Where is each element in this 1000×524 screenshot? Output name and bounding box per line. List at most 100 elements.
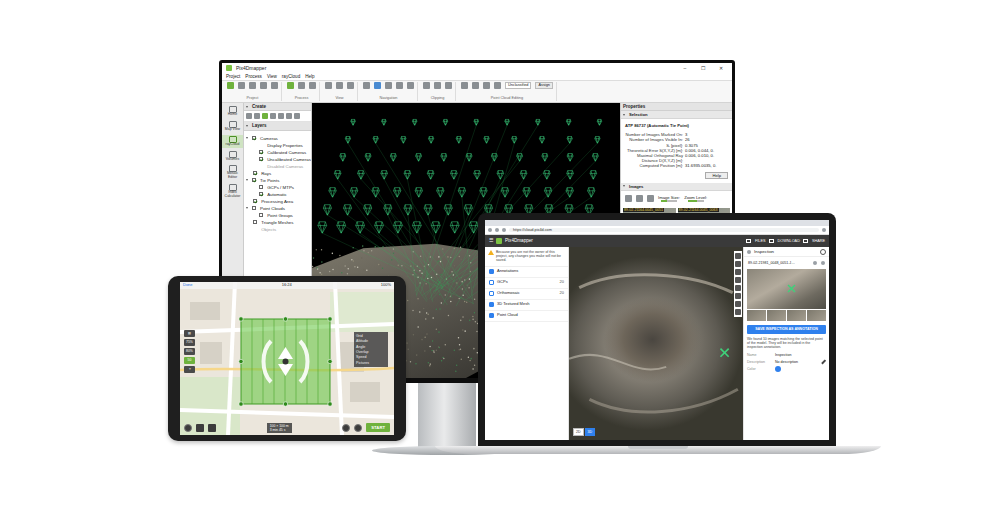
view-tool-icon[interactable] [735,269,741,275]
layer-row[interactable]: Uncalibrated Cameras [244,156,311,163]
layer-checkbox[interactable] [259,185,263,189]
map-tool-button[interactable]: 80% [184,348,195,355]
header-action[interactable]: SHARE [803,239,825,244]
layer-row[interactable]: Annotations [485,267,568,278]
layer-row[interactable]: Triangle Meshes [244,219,311,226]
tool-icon[interactable] [434,82,441,89]
layer-checkbox[interactable] [252,206,256,210]
view-tool-icon[interactable] [735,285,741,291]
layer-checkbox[interactable] [252,136,256,140]
menu-item[interactable]: Project [226,74,240,80]
window-control[interactable]: ✕ [714,65,728,71]
view-tool-icon[interactable] [735,293,741,299]
layer-checkbox[interactable] [489,313,494,318]
create-tool-icon[interactable] [294,113,300,119]
expand-icon[interactable] [246,179,248,181]
create-tool-icon[interactable] [270,113,276,119]
tool-icon[interactable] [445,82,452,89]
image-tool-icon[interactable] [636,195,643,202]
color-swatch[interactable] [775,366,781,372]
tool-icon[interactable] [363,82,370,89]
layer-checkbox[interactable] [489,291,494,296]
collapse-icon[interactable] [246,106,248,108]
header-action[interactable]: FILES [746,239,766,244]
collapse-icon[interactable] [623,114,625,116]
model-view[interactable]: 2D3D [569,247,743,440]
back-icon[interactable] [488,228,492,232]
slider-track[interactable] [688,200,704,202]
tool-icon[interactable] [347,82,354,89]
layer-checkbox[interactable] [489,269,494,274]
nav-item[interactable]: Home [222,105,243,118]
tool-icon[interactable] [260,82,267,89]
setting-item[interactable]: Speed [356,355,386,359]
tool-icon[interactable] [287,82,294,89]
setting-item[interactable]: Grid [356,334,386,338]
tool-icon[interactable] [325,82,332,89]
nav-item[interactable]: Mosaic Editor [222,164,243,181]
expand-icon[interactable] [246,207,248,209]
tool-icon[interactable] [298,82,305,89]
view-toggle-option[interactable]: 3D [585,428,596,436]
layer-row[interactable]: Display Properties [244,142,311,149]
layer-checkbox[interactable] [489,302,494,307]
tool-icon[interactable] [227,82,234,89]
view-tool-icon[interactable] [735,277,741,283]
tool-icon[interactable] [238,82,245,89]
photo-thumbnail[interactable] [787,310,806,321]
expand-icon[interactable] [246,137,248,139]
nav-item[interactable]: Index Calculator [222,183,243,200]
layer-checkbox[interactable] [253,199,257,203]
expand-icon[interactable] [821,261,825,265]
view-toggle-option[interactable]: 2D [573,428,584,436]
layer-row[interactable]: Point Cloud [485,311,568,322]
tool-icon[interactable] [407,82,414,89]
map-tool-button[interactable]: 50 [184,357,195,364]
browser-menu-icon[interactable] [822,228,826,232]
done-button[interactable]: Done [183,283,193,288]
download-icon[interactable] [813,261,817,265]
menu-button[interactable]: ☰ [489,238,493,244]
view-tool-icon[interactable] [735,301,741,307]
tool-icon[interactable] [249,82,256,89]
menu-item[interactable]: View [267,74,277,80]
fullscreen-icon[interactable] [196,424,204,432]
photo-thumbnail[interactable] [767,310,786,321]
layer-checkbox[interactable] [259,192,263,196]
tool-icon[interactable] [423,82,430,89]
layer-row[interactable]: 3D Textured Mesh [485,300,568,311]
edit-pencil-icon[interactable] [821,359,826,364]
create-tool-icon[interactable] [278,113,284,119]
menu-item[interactable]: rayCloud [282,74,300,80]
field-value[interactable]: Inspection [775,353,826,357]
layer-checkbox[interactable] [259,150,263,154]
nav-item[interactable]: Map View [222,120,243,133]
tool-icon[interactable] [472,82,479,89]
view-tool-icon[interactable] [735,261,741,267]
tool-icon[interactable] [461,82,468,89]
layer-checkbox[interactable] [253,171,257,175]
layer-row[interactable]: Orthomosaic20 [485,289,568,300]
collapse-icon[interactable] [623,185,625,187]
menu-item[interactable]: Help [305,74,314,80]
help-icon[interactable] [820,249,826,255]
locate-icon[interactable] [184,424,192,432]
layer-row[interactable]: Calibrated Cameras [244,149,311,156]
tool-icon[interactable] [494,82,501,89]
slider-track[interactable] [661,200,677,202]
map-tool-button[interactable]: ▤ [184,330,195,337]
save-icon[interactable] [354,424,362,432]
tool-icon[interactable] [396,82,403,89]
help-button[interactable]: Help [705,172,728,179]
layer-row[interactable]: Automatic [244,191,311,198]
tool-icon[interactable] [483,82,490,89]
layer-checkbox[interactable] [253,220,257,224]
class-select[interactable]: Unclassified [505,82,531,89]
collapse-icon[interactable] [246,125,248,127]
forward-icon[interactable] [495,228,499,232]
inspection-photo[interactable] [747,269,826,309]
reset-icon[interactable] [342,424,350,432]
photo-thumbnail[interactable] [807,310,826,321]
view-tool-icon[interactable] [735,253,741,259]
url-field[interactable]: https://cloud.pix4d.com [509,228,819,233]
